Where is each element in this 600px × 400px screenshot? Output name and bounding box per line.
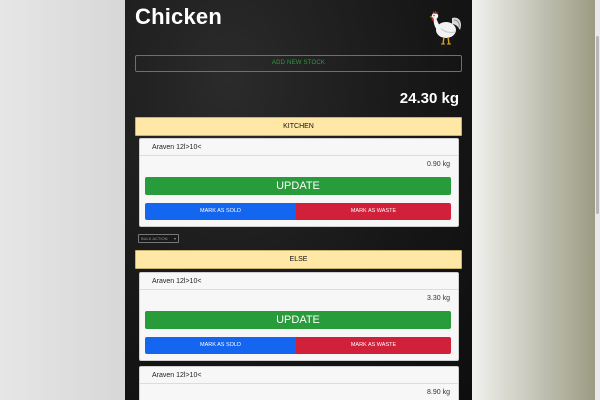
stock-item-name: Araven 12l>10< [152, 372, 202, 379]
stock-item-weight: 0.90 kg [427, 161, 450, 168]
stock-card: Araven 12l>10< 0.90 kg UPDATE MARK AS SO… [139, 138, 459, 227]
left-background [0, 0, 125, 400]
page-title: Chicken [135, 4, 222, 29]
card-divider [140, 383, 458, 384]
update-button[interactable]: UPDATE [145, 311, 451, 329]
stock-item-weight: 8.90 kg [427, 389, 450, 396]
section-header-else: ELSE [135, 250, 462, 269]
right-background [472, 0, 600, 400]
stock-card: Araven 12l>10< 8.90 kg [139, 366, 459, 400]
bulk-action-select[interactable]: BULK ACTION ▾ [138, 234, 179, 243]
card-divider [140, 289, 458, 290]
chevron-down-icon: ▾ [173, 236, 176, 241]
mark-as-waste-button[interactable]: MARK AS WASTE [296, 203, 451, 220]
section-header-kitchen: KITCHEN [135, 117, 462, 136]
total-weight: 24.30 kg [399, 90, 459, 107]
rooster-icon [429, 10, 462, 45]
card-divider [140, 155, 458, 156]
mark-as-sold-button[interactable]: MARK AS SOLD [145, 203, 296, 220]
mark-as-sold-button[interactable]: MARK AS SOLD [145, 337, 296, 354]
update-button[interactable]: UPDATE [145, 177, 451, 195]
stock-item-name: Araven 12l>10< [152, 144, 202, 151]
bulk-action-label: BULK ACTION [141, 236, 168, 241]
stock-card: Araven 12l>10< 3.30 kg UPDATE MARK AS SO… [139, 272, 459, 361]
mark-as-waste-button[interactable]: MARK AS WASTE [296, 337, 451, 354]
scrollbar-thumb[interactable] [596, 36, 599, 214]
stock-panel: Chicken ADD NEW STOCK 24.30 kg KITCHEN A… [125, 0, 472, 400]
stock-item-name: Araven 12l>10< [152, 278, 202, 285]
stock-item-weight: 3.30 kg [427, 295, 450, 302]
add-new-stock-button[interactable]: ADD NEW STOCK [135, 55, 462, 72]
